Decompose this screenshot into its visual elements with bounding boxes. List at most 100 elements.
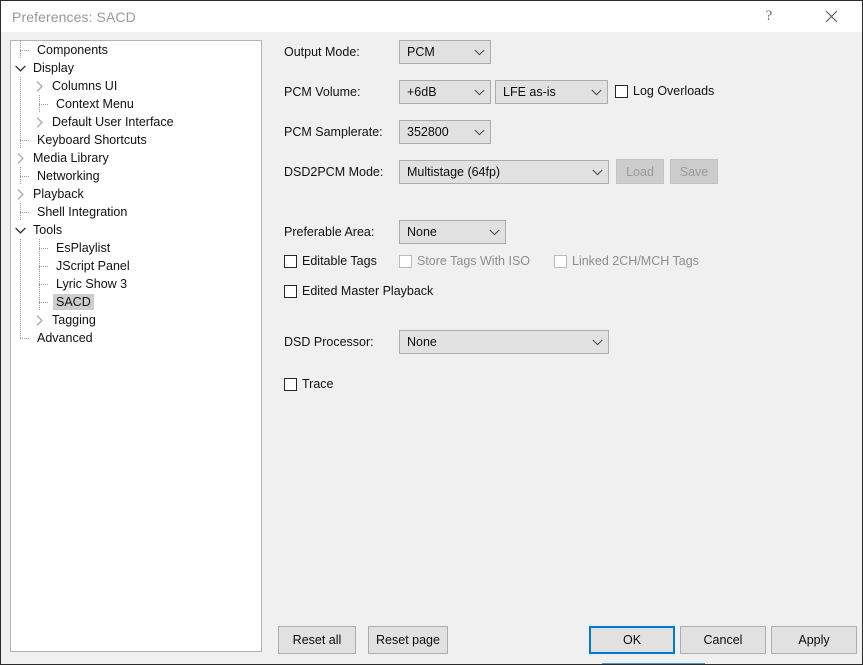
tree-item-default-user-interface[interactable]: Default User Interface	[11, 113, 261, 131]
lfe-mode-select[interactable]: LFE as-is	[495, 80, 608, 104]
editable-tags-checkbox[interactable]: Editable Tags	[284, 254, 377, 268]
tree-item-label: Lyric Show 3	[56, 277, 128, 291]
editable-tags-label: Editable Tags	[302, 254, 377, 268]
tree-item-label: Media Library	[33, 151, 109, 165]
chevron-right-icon[interactable]	[30, 113, 49, 131]
help-glyph: ?	[765, 8, 773, 24]
tree-guide	[11, 131, 30, 149]
tree-item-label: Default User Interface	[52, 115, 174, 129]
tree-item-advanced[interactable]: Advanced	[11, 329, 261, 347]
help-question-icon[interactable]: ?	[746, 1, 792, 32]
chevron-down-icon	[586, 339, 608, 346]
dsd-processor-select[interactable]: None	[399, 330, 609, 354]
tree-item-sacd[interactable]: SACD	[11, 293, 261, 311]
chevron-down-icon	[468, 49, 490, 56]
tree-guide	[11, 167, 30, 185]
linked-tags-checkbox[interactable]: Linked 2CH/MCH Tags	[554, 254, 699, 268]
tree-item-label: Context Menu	[56, 97, 134, 111]
lfe-mode-value: LFE as-is	[503, 85, 556, 99]
tree-item-context-menu[interactable]: Context Menu	[11, 95, 261, 113]
chevron-down-icon	[483, 229, 505, 236]
window-title: Preferences: SACD	[12, 9, 136, 25]
load-button[interactable]: Load	[616, 159, 664, 184]
tree-item-label: Tools	[33, 223, 63, 237]
tree-item-columns-ui[interactable]: Columns UI	[11, 77, 261, 95]
chevron-down-icon	[468, 129, 490, 136]
chevron-right-icon[interactable]	[11, 149, 30, 167]
pcm-volume-select[interactable]: +6dB	[399, 80, 491, 104]
store-tags-with-iso-label: Store Tags With ISO	[417, 254, 531, 268]
tree-guide	[11, 95, 30, 113]
pcm-samplerate-value: 352800	[407, 125, 449, 139]
pcm-samplerate-label: PCM Samplerate:	[284, 125, 383, 139]
edited-master-playback-checkbox[interactable]: Edited Master Playback	[284, 284, 433, 298]
tree-item-label: EsPlaylist	[56, 241, 111, 255]
chevron-right-icon[interactable]	[11, 185, 30, 203]
preferences-tree[interactable]: Components Display Columns UI Context Menu D…	[10, 40, 262, 652]
reset-all-button[interactable]: Reset all	[278, 626, 356, 654]
trace-label: Trace	[302, 377, 334, 391]
tree-item-networking[interactable]: Networking	[11, 167, 261, 185]
reset-page-button[interactable]: Reset page	[368, 626, 448, 654]
tree-item-label: Tagging	[52, 313, 96, 327]
tree-guide	[30, 95, 49, 113]
checkbox-box	[615, 84, 628, 98]
apply-button[interactable]: Apply	[771, 626, 857, 654]
tree-guide	[11, 203, 30, 221]
dsd2pcm-mode-select[interactable]: Multistage (64fp)	[399, 160, 609, 184]
chevron-down-icon[interactable]	[11, 221, 30, 239]
tree-item-media-library[interactable]: Media Library	[11, 149, 261, 167]
chevron-down-icon[interactable]	[11, 59, 30, 77]
tree-item-label: Networking	[37, 169, 100, 183]
tree-item-label: SACD	[53, 294, 94, 310]
checkbox-box	[284, 284, 297, 298]
tree-guide	[11, 77, 30, 95]
tree-guide	[11, 113, 30, 131]
preferences-dialog: Preferences: SACD ? Components Display Col…	[0, 0, 863, 665]
chevron-down-icon	[586, 169, 608, 176]
tree-item-lyric-show-3[interactable]: Lyric Show 3	[11, 275, 261, 293]
ok-button[interactable]: OK	[589, 626, 675, 654]
save-button[interactable]: Save	[670, 159, 718, 184]
tree-item-keyboard-shortcuts[interactable]: Keyboard Shortcuts	[11, 131, 261, 149]
preferable-area-value: None	[407, 225, 437, 239]
preferable-area-select[interactable]: None	[399, 220, 506, 244]
dsd-processor-value: None	[407, 335, 437, 349]
tree-guide	[30, 257, 49, 275]
close-icon[interactable]	[808, 1, 854, 32]
tree-item-playback[interactable]: Playback	[11, 185, 261, 203]
tree-item-label: Playback	[33, 187, 84, 201]
trace-checkbox[interactable]: Trace	[284, 377, 334, 391]
tree-guide	[11, 329, 30, 347]
tree-item-label: Components	[37, 43, 108, 57]
pcm-volume-label: PCM Volume:	[284, 85, 361, 99]
checkbox-box	[284, 254, 297, 268]
output-mode-value: PCM	[407, 45, 435, 59]
ok-focus-underline	[602, 663, 705, 664]
tree-item-jscript-panel[interactable]: JScript Panel	[11, 257, 261, 275]
tree-item-tools[interactable]: Tools	[11, 221, 261, 239]
checkbox-box	[554, 254, 567, 268]
tree-guide	[30, 275, 49, 293]
chevron-right-icon[interactable]	[30, 311, 49, 329]
tree-item-display[interactable]: Display	[11, 59, 261, 77]
cancel-button[interactable]: Cancel	[680, 626, 766, 654]
tree-guide	[11, 293, 30, 311]
log-overloads-checkbox[interactable]: Log Overloads	[615, 84, 714, 98]
tree-item-esplaylist[interactable]: EsPlaylist	[11, 239, 261, 257]
tree-item-tagging[interactable]: Tagging	[11, 311, 261, 329]
tree-guide	[11, 275, 30, 293]
chevron-down-icon	[468, 89, 490, 96]
pcm-samplerate-select[interactable]: 352800	[399, 120, 491, 144]
checkbox-box	[399, 254, 412, 268]
chevron-right-icon[interactable]	[30, 77, 49, 95]
dsd2pcm-mode-value: Multistage (64fp)	[407, 165, 501, 179]
checkbox-box	[284, 377, 297, 391]
tree-item-shell-integration[interactable]: Shell Integration	[11, 203, 261, 221]
tree-guide	[11, 311, 30, 329]
output-mode-select[interactable]: PCM	[399, 40, 491, 64]
store-tags-with-iso-checkbox[interactable]: Store Tags With ISO	[399, 254, 530, 268]
tree-item-label: Columns UI	[52, 79, 118, 93]
tree-item-components[interactable]: Components	[11, 41, 261, 59]
tree-item-label: Keyboard Shortcuts	[37, 133, 147, 147]
